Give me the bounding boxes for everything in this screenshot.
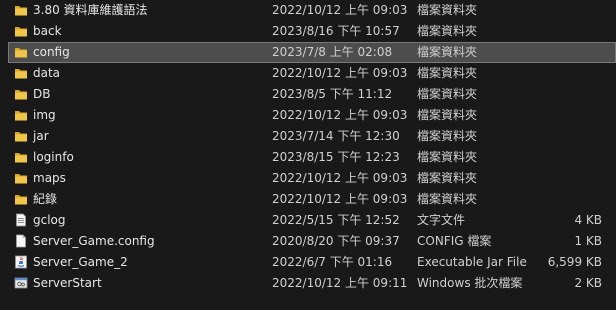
batch-file-icon xyxy=(14,276,28,290)
file-type: 檔案資料夾 xyxy=(417,3,478,17)
file-type: Executable Jar File xyxy=(417,255,527,269)
file-modified-date: 2022/10/12 上午 09:03 xyxy=(272,108,408,122)
file-modified-date: 2023/8/15 下午 12:23 xyxy=(272,150,400,164)
file-size: 2 KB xyxy=(574,276,602,290)
file-type: 檔案資料夾 xyxy=(417,192,478,206)
file-name: data xyxy=(33,66,61,80)
file-type: 檔案資料夾 xyxy=(417,87,478,101)
file-name: gclog xyxy=(33,213,66,227)
file-type: 檔案資料夾 xyxy=(417,171,478,185)
file-row[interactable]: gclog 2022/5/15 下午 12:52 文字文件 4 KB xyxy=(8,210,616,231)
folder-icon xyxy=(14,192,28,206)
file-size: 4 KB xyxy=(574,213,602,227)
file-type: 檔案資料夾 xyxy=(417,24,478,38)
folder-icon xyxy=(14,3,28,17)
file-type: CONFIG 檔案 xyxy=(417,234,492,248)
file-row[interactable]: Server_Game_2 2022/6/7 下午 01:16 Executable… xyxy=(8,252,616,273)
file-row[interactable]: DB 2023/8/5 下午 11:12 檔案資料夾 xyxy=(8,84,616,105)
file-modified-date: 2022/6/7 下午 01:16 xyxy=(272,255,393,269)
text-file-icon xyxy=(14,213,28,227)
file-row[interactable]: 紀錄 2022/10/12 上午 09:03 檔案資料夾 xyxy=(8,189,616,210)
file-type: 檔案資料夾 xyxy=(417,108,478,122)
file-type: 檔案資料夾 xyxy=(417,66,478,80)
file-row[interactable]: img 2022/10/12 上午 09:03 檔案資料夾 xyxy=(8,105,616,126)
file-modified-date: 2023/7/14 下午 12:30 xyxy=(272,129,400,143)
folder-icon xyxy=(14,66,28,80)
file-name: img xyxy=(33,108,56,122)
file-name: ServerStart xyxy=(33,276,102,290)
file-modified-date: 2023/8/16 下午 10:57 xyxy=(272,24,400,38)
folder-icon xyxy=(14,150,28,164)
file-name: back xyxy=(33,24,62,38)
file-name: Server_Game.config xyxy=(33,234,155,248)
file-name: 3.80 資料庫維護語法 xyxy=(33,3,148,17)
file-row[interactable]: jar 2023/7/14 下午 12:30 檔案資料夾 xyxy=(8,126,616,147)
folder-icon xyxy=(14,24,28,38)
file-type: Windows 批次檔案 xyxy=(417,276,523,290)
file-modified-date: 2022/10/12 上午 09:03 xyxy=(272,171,408,185)
file-modified-date: 2022/10/12 上午 09:03 xyxy=(272,192,408,206)
file-modified-date: 2023/7/8 上午 02:08 xyxy=(272,45,393,59)
file-name: loginfo xyxy=(33,150,74,164)
folder-icon xyxy=(14,45,28,59)
file-name: config xyxy=(33,45,70,59)
file-row[interactable]: data 2022/10/12 上午 09:03 檔案資料夾 xyxy=(8,63,616,84)
file-name: DB xyxy=(33,87,51,101)
folder-icon xyxy=(14,129,28,143)
file-size: 1 KB xyxy=(574,234,602,248)
file-name: Server_Game_2 xyxy=(33,255,128,269)
file-row[interactable]: loginfo 2023/8/15 下午 12:23 檔案資料夾 xyxy=(8,147,616,168)
file-modified-date: 2020/8/20 下午 09:37 xyxy=(272,234,400,248)
file-name: maps xyxy=(33,171,66,185)
file-type: 檔案資料夾 xyxy=(417,129,478,143)
file-row[interactable]: config 2023/7/8 上午 02:08 檔案資料夾 xyxy=(8,42,616,63)
file-type: 檔案資料夾 xyxy=(417,150,478,164)
file-modified-date: 2022/10/12 上午 09:03 xyxy=(272,66,408,80)
config-file-icon xyxy=(14,234,28,248)
folder-icon xyxy=(14,108,28,122)
file-modified-date: 2023/8/5 下午 11:12 xyxy=(272,87,393,101)
file-row[interactable]: maps 2022/10/12 上午 09:03 檔案資料夾 xyxy=(8,168,616,189)
file-row[interactable]: ServerStart 2022/10/12 上午 09:11 Windows 批次… xyxy=(8,273,616,294)
file-size: 6,599 KB xyxy=(547,255,602,269)
file-modified-date: 2022/10/12 上午 09:11 xyxy=(272,276,408,290)
file-modified-date: 2022/5/15 下午 12:52 xyxy=(272,213,400,227)
file-name: jar xyxy=(33,129,49,143)
file-row[interactable]: Server_Game.config 2020/8/20 下午 09:37 CONF… xyxy=(8,231,616,252)
file-name: 紀錄 xyxy=(33,192,58,206)
file-type: 文字文件 xyxy=(417,213,466,227)
file-modified-date: 2022/10/12 上午 09:03 xyxy=(272,3,408,17)
file-type: 檔案資料夾 xyxy=(417,45,478,59)
file-row[interactable]: 3.80 資料庫維護語法 2022/10/12 上午 09:03 檔案資料夾 xyxy=(8,0,616,21)
java-jar-icon xyxy=(14,255,28,269)
file-list: 3.80 資料庫維護語法 2022/10/12 上午 09:03 檔案資料夾 back… xyxy=(0,0,616,310)
file-row[interactable]: back 2023/8/16 下午 10:57 檔案資料夾 xyxy=(8,21,616,42)
folder-icon xyxy=(14,87,28,101)
folder-icon xyxy=(14,171,28,185)
